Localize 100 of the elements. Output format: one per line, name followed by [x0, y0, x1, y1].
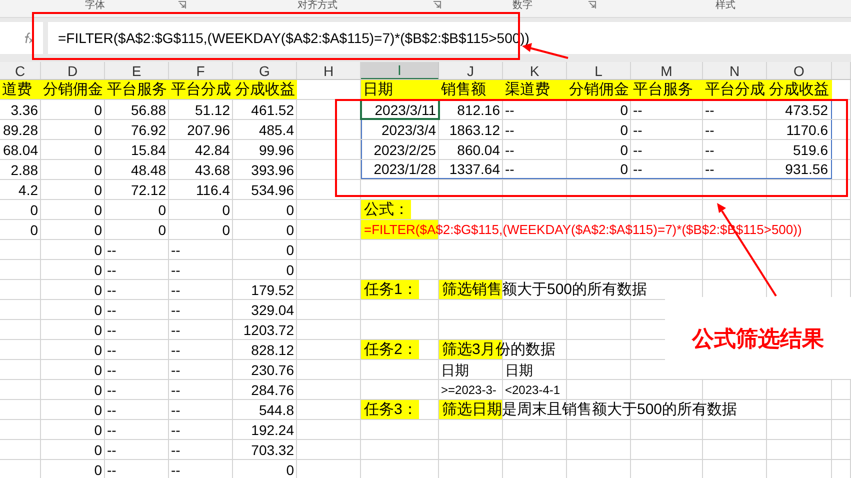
table-cell[interactable]: 51.12	[169, 100, 233, 119]
table-cell[interactable]: --	[503, 100, 567, 119]
table-cell[interactable]: --	[169, 400, 233, 419]
table-cell[interactable]: --	[703, 140, 767, 159]
table-cell[interactable]: 393.96	[233, 160, 297, 179]
cell-text[interactable]: 任务1：	[361, 280, 420, 299]
table-cell[interactable]: --	[169, 260, 233, 279]
table-cell[interactable]: 0	[41, 340, 105, 359]
table-cell[interactable]: --	[105, 260, 169, 279]
table-cell[interactable]: --	[169, 360, 233, 379]
table-cell[interactable]: 116.4	[169, 180, 233, 199]
table-cell[interactable]: 2023/3/11	[361, 100, 439, 119]
table-cell[interactable]: 0	[41, 180, 105, 199]
table-cell[interactable]: --	[105, 420, 169, 439]
table-cell[interactable]: 0	[41, 120, 105, 139]
table-cell[interactable]: --	[703, 160, 767, 179]
table-cell[interactable]: 192.24	[233, 420, 297, 439]
column-header[interactable]: I	[361, 62, 439, 79]
table-cell[interactable]: 0	[169, 220, 233, 239]
cell-text[interactable]: 筛选日期是周末且销售额大于500的所有数据	[439, 400, 740, 419]
table-cell[interactable]: 0	[567, 160, 631, 179]
table-cell[interactable]: 89.28	[0, 120, 41, 139]
table-cell[interactable]: --	[105, 320, 169, 339]
table-cell[interactable]: 0	[41, 220, 105, 239]
table-cell[interactable]: 4.2	[0, 180, 41, 199]
table-cell[interactable]: --	[703, 120, 767, 139]
table-cell[interactable]: --	[631, 160, 703, 179]
table-cell[interactable]: 860.04	[439, 140, 503, 159]
table-cell[interactable]: 703.32	[233, 440, 297, 459]
table-cell[interactable]: 0	[41, 360, 105, 379]
table-cell[interactable]: --	[503, 120, 567, 139]
table-cell[interactable]: 道费	[0, 80, 41, 99]
table-cell[interactable]: --	[105, 400, 169, 419]
table-cell[interactable]: 0	[567, 140, 631, 159]
table-cell[interactable]: --	[105, 460, 169, 478]
table-cell[interactable]: 0	[41, 420, 105, 439]
function-button[interactable]	[0, 22, 43, 54]
table-cell[interactable]: 72.12	[105, 180, 169, 199]
table-cell[interactable]: 日期	[361, 80, 439, 99]
table-cell[interactable]: 42.84	[169, 140, 233, 159]
table-cell[interactable]: 48.48	[105, 160, 169, 179]
table-cell[interactable]: 179.52	[233, 280, 297, 299]
table-cell[interactable]: 0	[41, 100, 105, 119]
table-cell[interactable]: 0	[0, 220, 41, 239]
table-cell[interactable]: 0	[41, 400, 105, 419]
table-cell[interactable]: 473.52	[767, 100, 832, 119]
table-cell[interactable]: 销售额	[439, 80, 503, 99]
table-cell[interactable]: 485.4	[233, 120, 297, 139]
table-cell[interactable]: 分成收益	[767, 80, 832, 99]
dialog-launcher-icon[interactable]	[588, 1, 596, 9]
table-cell[interactable]: 544.8	[233, 400, 297, 419]
table-cell[interactable]: 15.84	[105, 140, 169, 159]
table-cell[interactable]: --	[105, 280, 169, 299]
table-cell[interactable]: 平台分成	[703, 80, 767, 99]
table-cell[interactable]: 329.04	[233, 300, 297, 319]
cell-text[interactable]: 任务2：	[361, 340, 420, 359]
table-cell[interactable]: --	[503, 140, 567, 159]
table-cell[interactable]: 0	[41, 320, 105, 339]
table-cell[interactable]: 284.76	[233, 380, 297, 399]
table-cell[interactable]: 519.6	[767, 140, 832, 159]
table-cell[interactable]: 0	[567, 100, 631, 119]
table-cell[interactable]: 0	[233, 260, 297, 279]
table-cell[interactable]: 0	[41, 380, 105, 399]
table-cell[interactable]: 0	[41, 140, 105, 159]
table-cell[interactable]: 日期	[439, 360, 503, 379]
cell-text[interactable]: 公式：	[361, 200, 411, 219]
table-cell[interactable]: 230.76	[233, 360, 297, 379]
table-cell[interactable]: --	[105, 360, 169, 379]
table-cell[interactable]: 0	[105, 220, 169, 239]
table-cell[interactable]: 0	[233, 220, 297, 239]
table-cell[interactable]: 207.96	[169, 120, 233, 139]
table-cell[interactable]: 0	[41, 160, 105, 179]
table-cell[interactable]: 0	[0, 200, 41, 219]
table-cell[interactable]: 2023/1/28	[361, 160, 439, 179]
table-cell[interactable]: 0	[41, 200, 105, 219]
table-cell[interactable]: 0	[41, 260, 105, 279]
table-cell[interactable]: --	[169, 420, 233, 439]
table-cell[interactable]: 0	[41, 240, 105, 259]
table-cell[interactable]: 分成收益	[233, 80, 297, 99]
table-cell[interactable]: 2023/3/4	[361, 120, 439, 139]
table-cell[interactable]: 461.52	[233, 100, 297, 119]
table-cell[interactable]: --	[169, 240, 233, 259]
table-cell[interactable]: --	[169, 440, 233, 459]
table-cell[interactable]: >=2023-3-	[439, 380, 503, 399]
table-cell[interactable]: 0	[169, 200, 233, 219]
table-cell[interactable]: 0	[41, 300, 105, 319]
table-cell[interactable]: --	[703, 100, 767, 119]
table-cell[interactable]: --	[105, 380, 169, 399]
table-cell[interactable]: 76.92	[105, 120, 169, 139]
dialog-launcher-icon[interactable]	[178, 1, 186, 9]
table-cell[interactable]: 日期	[503, 360, 567, 379]
cell-text[interactable]: 任务3：	[361, 400, 420, 419]
table-cell[interactable]: --	[169, 340, 233, 359]
table-cell[interactable]: --	[169, 300, 233, 319]
table-cell[interactable]: 0	[41, 440, 105, 459]
table-cell[interactable]: <2023-4-1	[503, 380, 567, 399]
table-cell[interactable]: --	[169, 280, 233, 299]
table-cell[interactable]: 1203.72	[233, 320, 297, 339]
table-cell[interactable]: --	[105, 300, 169, 319]
table-cell[interactable]: 渠道费	[503, 80, 567, 99]
